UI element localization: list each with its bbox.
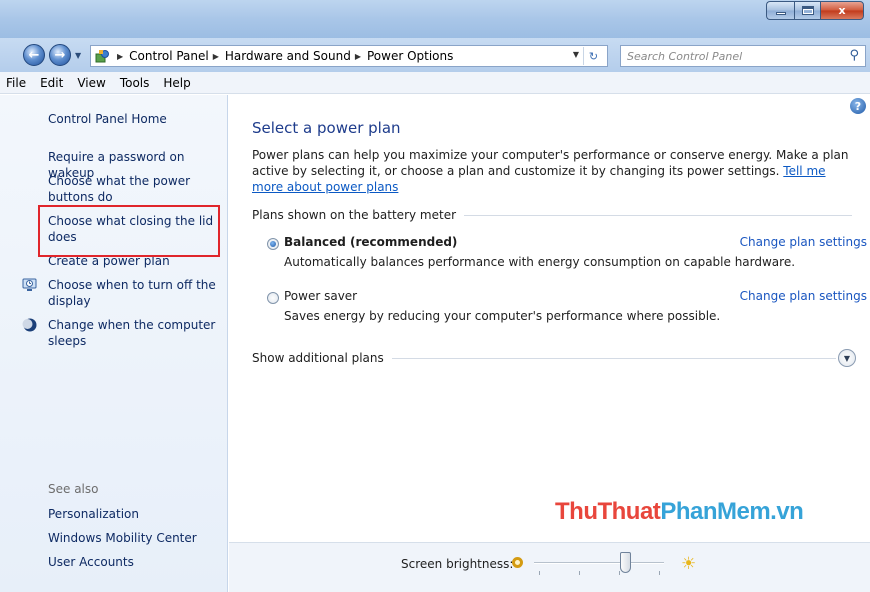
turn-off-display-link[interactable]: Choose when to turn off the display — [48, 277, 224, 309]
intro-paragraph: Power plans can help you maximize your c… — [252, 148, 849, 178]
brightness-slider-track[interactable] — [534, 562, 664, 564]
watermark-part-2: PhanMem.vn — [660, 498, 804, 525]
forward-arrow-icon: → — [54, 47, 66, 63]
window-controls: x — [766, 1, 864, 20]
mobility-center-link[interactable]: Windows Mobility Center — [48, 530, 224, 546]
search-input[interactable] — [627, 49, 827, 63]
dim-sun-icon — [512, 557, 523, 568]
menu-bar: File Edit View Tools Help — [0, 72, 870, 94]
back-arrow-icon: ← — [28, 47, 40, 63]
plan-balanced[interactable]: Balanced (recommended) Automatically bal… — [267, 235, 867, 275]
radio-balanced[interactable] — [267, 238, 279, 250]
personalization-link[interactable]: Personalization — [48, 506, 224, 522]
window-titlebar: x — [0, 0, 870, 38]
slider-tick — [579, 571, 580, 575]
intro-text: Power plans can help you maximize your c… — [252, 147, 857, 195]
plan-balanced-name[interactable]: Balanced (recommended) — [284, 235, 457, 249]
breadcrumb-separator-icon[interactable]: ▶ — [213, 52, 219, 61]
forward-button[interactable]: → — [49, 44, 71, 66]
plan-power-saver[interactable]: Power saver Saves energy by reducing you… — [267, 289, 867, 329]
minimize-icon — [775, 12, 786, 15]
breadcrumb-separator-icon[interactable]: ▶ — [355, 52, 361, 61]
brightness-slider-thumb[interactable] — [620, 552, 631, 573]
navigation-bar: ← → ▼ ▶ Control Panel ▶ Hardware and Sou… — [0, 38, 870, 72]
radio-power-saver[interactable] — [267, 292, 279, 304]
power-saver-change-settings-link[interactable]: Change plan settings — [740, 289, 867, 303]
breadcrumb-separator-icon[interactable]: ▶ — [117, 52, 123, 61]
red-highlight-box — [38, 205, 220, 257]
brightness-label: Screen brightness: — [401, 557, 514, 571]
close-button[interactable]: x — [820, 1, 864, 20]
menu-view[interactable]: View — [77, 76, 105, 90]
power-buttons-link[interactable]: Choose what the power buttons do — [48, 173, 224, 205]
slider-tick — [619, 571, 620, 575]
page-title: Select a power plan — [252, 119, 401, 137]
breadcrumb-control-panel[interactable]: Control Panel — [129, 49, 209, 63]
breadcrumb-power-options[interactable]: Power Options — [367, 49, 453, 63]
plan-power-saver-name[interactable]: Power saver — [284, 289, 357, 303]
left-task-pane: Control Panel Home Require a password on… — [0, 95, 228, 592]
help-icon[interactable]: ? — [850, 98, 866, 114]
recent-pages-dropdown-icon[interactable]: ▼ — [75, 51, 81, 60]
maximize-icon — [801, 6, 814, 15]
search-icon[interactable]: ⚲ — [849, 48, 859, 63]
see-also-heading: See also — [48, 482, 99, 496]
balanced-change-settings-link[interactable]: Change plan settings — [740, 235, 867, 249]
slider-tick — [539, 571, 540, 575]
search-box[interactable]: ⚲ — [620, 45, 866, 67]
computer-sleeps-link[interactable]: Change when the computer sleeps — [48, 317, 224, 349]
address-dropdown-icon[interactable]: ▼ — [573, 50, 579, 59]
menu-edit[interactable]: Edit — [40, 76, 63, 90]
main-content: ? Select a power plan Power plans can he… — [229, 95, 870, 542]
control-panel-home-link[interactable]: Control Panel Home — [48, 111, 224, 127]
plan-power-saver-description: Saves energy by reducing your computer's… — [284, 309, 721, 323]
bright-sun-icon: ☀ — [681, 554, 697, 574]
plan-balanced-description: Automatically balances performance with … — [284, 255, 796, 269]
back-button[interactable]: ← — [23, 44, 45, 66]
battery-meter-group-label: Plans shown on the battery meter — [252, 208, 465, 222]
minimize-button[interactable] — [766, 1, 794, 20]
address-bar[interactable]: ▶ Control Panel ▶ Hardware and Sound ▶ P… — [90, 45, 608, 67]
user-accounts-link[interactable]: User Accounts — [48, 554, 224, 570]
display-monitor-icon — [22, 277, 38, 293]
menu-tools[interactable]: Tools — [120, 76, 150, 90]
refresh-icon[interactable]: ↻ — [583, 47, 603, 65]
brightness-bar: Screen brightness: ☀ — [229, 542, 870, 592]
show-additional-plans-label[interactable]: Show additional plans — [252, 351, 392, 365]
watermark-part-1: ThuThuat — [555, 498, 661, 525]
moon-sleep-icon — [22, 317, 38, 333]
watermark-logo: ThuThuatPhanMem.vn — [555, 498, 804, 526]
menu-help[interactable]: Help — [163, 76, 190, 90]
breadcrumb-hardware-and-sound[interactable]: Hardware and Sound — [225, 49, 351, 63]
control-panel-icon — [91, 47, 113, 65]
menu-file[interactable]: File — [6, 76, 26, 90]
close-icon: x — [838, 4, 846, 17]
expand-chevron-icon[interactable]: ▼ — [838, 349, 856, 367]
slider-tick — [659, 571, 660, 575]
maximize-button[interactable] — [794, 1, 820, 20]
